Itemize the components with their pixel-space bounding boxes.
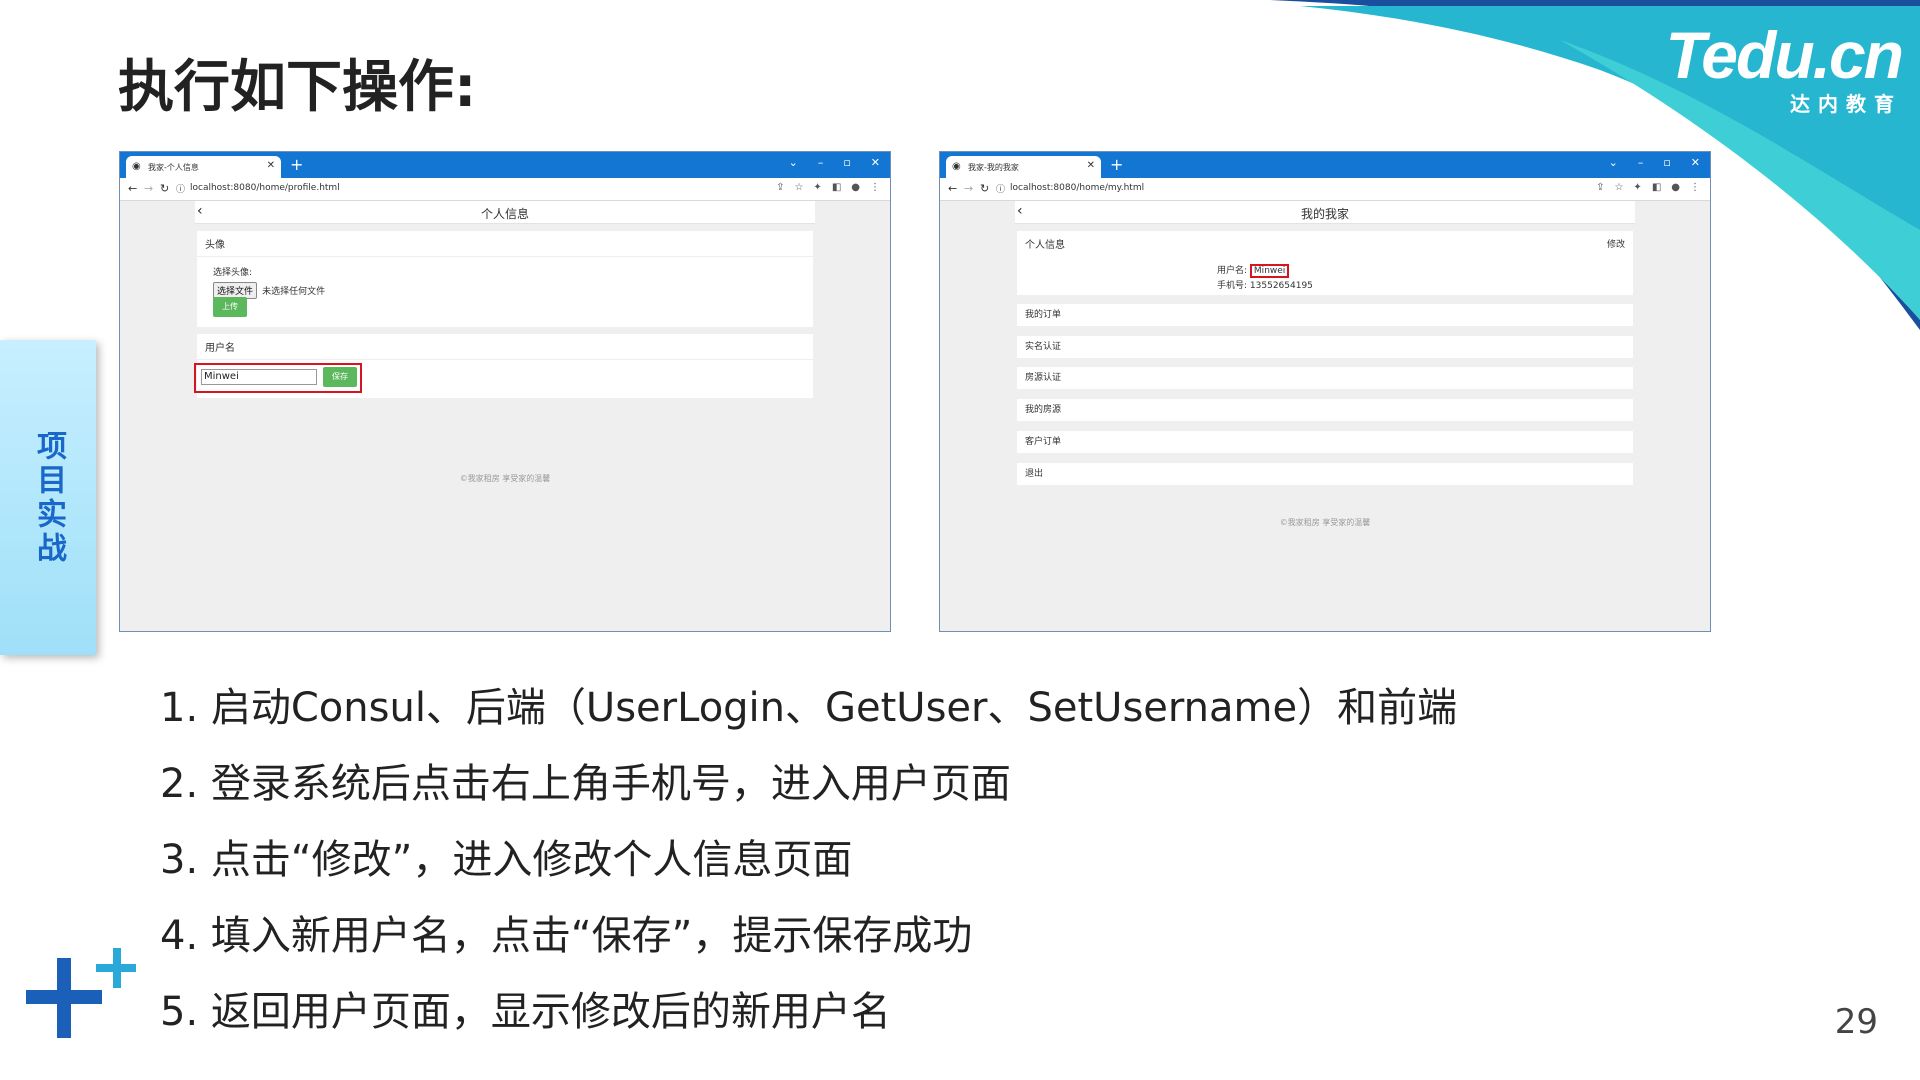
username-heading: 用户名: [197, 334, 813, 360]
username-input[interactable]: Minwei: [201, 369, 317, 385]
menu-item-logout[interactable]: 退出: [1017, 463, 1633, 485]
page-viewport: ‹ 个人信息 头像 选择头像: 选择文件 未选择任何文件 上传 用户名 Minw…: [120, 201, 890, 631]
page-title: 我的我家: [1300, 207, 1349, 221]
more-icon[interactable]: ⋮: [1690, 182, 1700, 193]
profile-info-card: 个人信息 修改 用户名: Minwei 手机号: 13552654195: [1017, 231, 1633, 295]
share-icon[interactable]: ⇪: [1596, 182, 1604, 193]
my-home-page: ‹ 我的我家 个人信息 修改 用户名: Minwei 手机号: 13552654…: [1015, 201, 1635, 631]
steps-list: 1. 启动Consul、后端（UserLogin、GetUser、SetUser…: [160, 678, 1457, 1058]
address-bar: ← → ↻ ⓘ localhost:8080/home/my.html ⇪ ☆ …: [940, 178, 1710, 201]
close-tab-icon[interactable]: ✕: [1087, 160, 1095, 171]
browser-tab[interactable]: ◉ 我家-我的我家 ✕: [946, 156, 1101, 178]
step-1: 1. 启动Consul、后端（UserLogin、GetUser、SetUser…: [160, 685, 1458, 731]
reload-icon[interactable]: ↻: [980, 182, 989, 195]
window-controls: ⌄ – ▫ ✕: [789, 156, 880, 169]
maximize-icon[interactable]: ▫: [843, 156, 850, 169]
menu-item-my-houses[interactable]: 我的房源: [1017, 399, 1633, 421]
back-arrow-icon[interactable]: ←: [128, 182, 137, 195]
choose-avatar-label: 选择头像:: [213, 268, 253, 278]
menu-item-client-orders[interactable]: 客户订单: [1017, 431, 1633, 453]
side-tab: 项目实战: [0, 340, 96, 655]
avatar-card: 头像 选择头像: 选择文件 未选择任何文件 上传: [197, 231, 813, 327]
save-button[interactable]: 保存: [323, 367, 357, 387]
menu-item-house-auth[interactable]: 房源认证: [1017, 367, 1633, 389]
window-controls: ⌄ – ▫ ✕: [1609, 156, 1700, 169]
share-icon[interactable]: ⇪: [776, 182, 784, 193]
extension-icon[interactable]: ✦: [1633, 182, 1641, 193]
address-bar: ← → ↻ ⓘ localhost:8080/home/profile.html…: [120, 178, 890, 201]
address-bar-icons: ⇪ ☆ ✦ ◧ ● ⋮: [1596, 182, 1700, 193]
phone-value: 13552654195: [1249, 281, 1313, 291]
edit-link[interactable]: 修改: [1607, 237, 1625, 250]
close-tab-icon[interactable]: ✕: [267, 160, 275, 171]
step-3: 3. 点击“修改”，进入修改个人信息页面: [160, 837, 853, 883]
close-window-icon[interactable]: ✕: [871, 156, 880, 169]
browser-tab-title: 我家-个人信息: [148, 163, 199, 172]
username-label: 用户名:: [1217, 266, 1248, 276]
tedu-logo: Tedu.cn 达内教育: [1665, 18, 1904, 117]
plus-decoration-icon: [26, 948, 136, 1038]
minimize-icon[interactable]: –: [1638, 156, 1644, 169]
menu-item-real-name[interactable]: 实名认证: [1017, 336, 1633, 358]
url-text[interactable]: localhost:8080/home/my.html: [1010, 183, 1144, 193]
file-status-text: 未选择任何文件: [262, 287, 326, 297]
slide-title: 执行如下操作:: [118, 55, 477, 120]
username-value: Minwei: [1249, 264, 1290, 278]
file-picker: 选择文件 未选择任何文件: [213, 279, 325, 299]
step-4: 4. 填入新用户名，点击“保存”，提示保存成功: [160, 913, 973, 959]
close-window-icon[interactable]: ✕: [1691, 156, 1700, 169]
page-number: 29: [1834, 1002, 1878, 1042]
step-2: 2. 登录系统后点击右上角手机号，进入用户页面: [160, 761, 1011, 807]
info-icon[interactable]: ⓘ: [176, 182, 185, 195]
star-icon[interactable]: ☆: [1614, 182, 1623, 193]
minimize-icon[interactable]: –: [818, 156, 824, 169]
reload-icon[interactable]: ↻: [160, 182, 169, 195]
logo-sub-text: 达内教育: [1790, 92, 1902, 116]
page-title: 个人信息: [480, 207, 529, 221]
sidebar-icon[interactable]: ◧: [1652, 182, 1661, 193]
chevron-down-icon[interactable]: ⌄: [1609, 156, 1618, 169]
upload-button[interactable]: 上传: [213, 297, 247, 317]
side-tab-label: 项目实战: [31, 429, 66, 566]
logo-main-text: Tedu.cn: [1665, 18, 1904, 92]
globe-icon: ◉: [132, 161, 141, 172]
username-card: 用户名 Minwei 保存: [194, 334, 813, 398]
maximize-icon[interactable]: ▫: [1663, 156, 1670, 169]
profile-page: ‹ 个人信息 头像 选择头像: 选择文件 未选择任何文件 上传 用户名 Minw…: [194, 201, 815, 631]
page-footer: ©我家租房 享受家的温馨: [1279, 518, 1371, 527]
phone-label: 手机号:: [1217, 281, 1248, 291]
forward-arrow-icon[interactable]: →: [964, 182, 973, 195]
sidebar-icon[interactable]: ◧: [832, 182, 841, 193]
profile-icon[interactable]: ●: [851, 182, 860, 193]
browser-window-my-home: ◉ 我家-我的我家 ✕ + ⌄ – ▫ ✕ ← → ↻ ⓘ localhost:…: [939, 151, 1711, 632]
more-icon[interactable]: ⋮: [870, 182, 880, 193]
page-header: ‹ 我的我家: [1015, 201, 1635, 224]
browser-tab-bar: ◉ 我家-我的我家 ✕ + ⌄ – ▫ ✕: [940, 152, 1710, 178]
extension-icon[interactable]: ✦: [813, 182, 821, 193]
menu-item-orders[interactable]: 我的订单: [1017, 304, 1633, 326]
chevron-down-icon[interactable]: ⌄: [789, 156, 798, 169]
star-icon[interactable]: ☆: [794, 182, 803, 193]
page-viewport: ‹ 我的我家 个人信息 修改 用户名: Minwei 手机号: 13552654…: [940, 201, 1710, 631]
browser-tab-bar: ◉ 我家-个人信息 ✕ + ⌄ – ▫ ✕: [120, 152, 890, 178]
phone-row: 手机号: 13552654195: [1217, 278, 1313, 291]
profile-info-heading: 个人信息: [1025, 240, 1065, 251]
page-footer: ©我家租房 享受家的温馨: [459, 474, 551, 483]
browser-tab-title: 我家-我的我家: [968, 163, 1019, 172]
new-tab-icon[interactable]: +: [290, 155, 303, 174]
step-5: 5. 返回用户页面，显示修改后的新用户名: [160, 989, 891, 1035]
page-header: ‹ 个人信息: [195, 201, 815, 224]
avatar-heading: 头像: [197, 231, 813, 257]
browser-window-profile: ◉ 我家-个人信息 ✕ + ⌄ – ▫ ✕ ← → ↻ ⓘ localhost:…: [119, 151, 891, 632]
forward-arrow-icon[interactable]: →: [144, 182, 153, 195]
profile-icon[interactable]: ●: [1671, 182, 1680, 193]
back-arrow-icon[interactable]: ←: [948, 182, 957, 195]
globe-icon: ◉: [952, 161, 961, 172]
info-icon[interactable]: ⓘ: [996, 182, 1005, 195]
browser-tab[interactable]: ◉ 我家-个人信息 ✕: [126, 156, 281, 178]
new-tab-icon[interactable]: +: [1110, 155, 1123, 174]
url-text[interactable]: localhost:8080/home/profile.html: [190, 183, 340, 193]
address-bar-icons: ⇪ ☆ ✦ ◧ ● ⋮: [776, 182, 880, 193]
username-row: 用户名: Minwei: [1217, 263, 1290, 278]
